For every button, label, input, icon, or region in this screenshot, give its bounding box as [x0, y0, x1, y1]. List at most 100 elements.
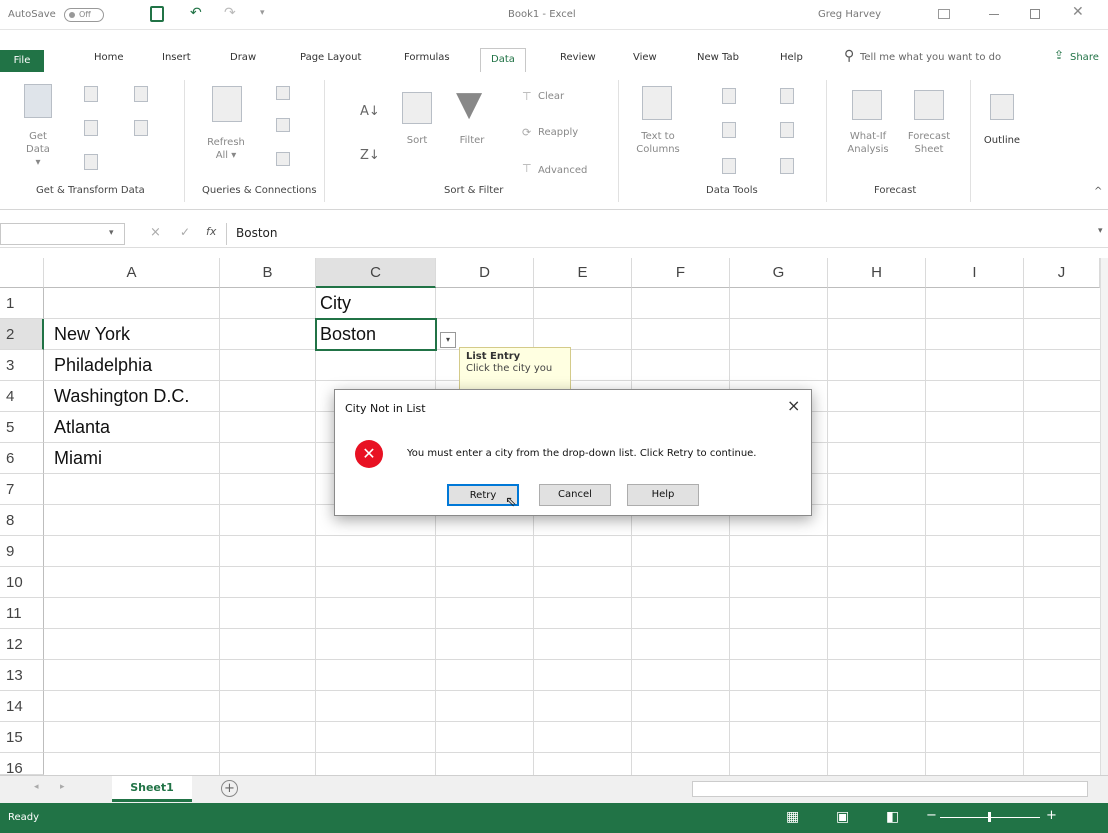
refresh-all-button[interactable]: Refresh All ▾ [204, 136, 248, 162]
insert-function-icon[interactable]: fx [206, 225, 216, 238]
tab-new-tab[interactable]: New Tab [697, 52, 739, 63]
row-header-14[interactable]: 14 [0, 691, 44, 722]
validation-dropdown-icon[interactable]: ▾ [440, 332, 456, 348]
row-header-8[interactable]: 8 [0, 505, 44, 536]
row-header-4[interactable]: 4 [0, 381, 44, 412]
redo-icon[interactable]: ↷ [224, 5, 236, 21]
from-table-icon[interactable] [84, 154, 98, 170]
row-header-1[interactable]: 1 [0, 288, 44, 319]
undo-icon[interactable]: ↶ [190, 5, 202, 21]
share-button[interactable]: Share [1070, 52, 1099, 63]
maximize-icon[interactable] [1030, 9, 1040, 19]
from-text-icon[interactable] [84, 86, 98, 102]
forecast-sheet-button[interactable]: Forecast Sheet [906, 130, 952, 156]
row-header-6[interactable]: 6 [0, 443, 44, 474]
collapse-ribbon-icon[interactable]: ^ [1094, 186, 1102, 197]
cell-a2[interactable]: New York [54, 319, 130, 350]
zoom-slider-thumb[interactable] [988, 812, 991, 822]
sort-a-z-icon[interactable]: A↓ [360, 104, 380, 119]
column-header-h[interactable]: H [828, 258, 926, 288]
minimize-icon[interactable] [989, 14, 999, 15]
queries-connections-icon[interactable] [276, 86, 290, 100]
tab-page-layout[interactable]: Page Layout [300, 52, 361, 63]
clear-button[interactable]: Clear [538, 90, 564, 103]
tab-view[interactable]: View [633, 52, 657, 63]
page-break-view-icon[interactable]: ◧ [886, 809, 899, 825]
user-name[interactable]: Greg Harvey [818, 9, 881, 20]
consolidate-icon[interactable] [780, 88, 794, 104]
row-header-7[interactable]: 7 [0, 474, 44, 505]
add-sheet-icon[interactable]: + [221, 780, 238, 797]
expand-formula-bar-icon[interactable]: ▾ [1098, 226, 1103, 236]
cell-c1[interactable]: City [320, 288, 351, 319]
column-header-a[interactable]: A [44, 258, 220, 288]
recent-sources-icon[interactable] [134, 86, 148, 102]
autosave-toggle[interactable]: Off [64, 8, 104, 22]
existing-connections-icon[interactable] [134, 120, 148, 136]
tell-me-search[interactable]: Tell me what you want to do [860, 52, 1001, 63]
sort-z-a-icon[interactable]: Z↓ [360, 148, 380, 163]
row-header-10[interactable]: 10 [0, 567, 44, 598]
page-layout-view-icon[interactable]: ▣ [836, 809, 849, 825]
cancel-entry-icon[interactable]: × [150, 225, 161, 240]
cell-c2[interactable]: Boston [320, 319, 376, 350]
column-header-b[interactable]: B [220, 258, 316, 288]
tab-formulas[interactable]: Formulas [404, 52, 450, 63]
help-button[interactable]: Help [627, 484, 699, 506]
filter-button[interactable]: Filter [454, 134, 490, 147]
column-header-j[interactable]: J [1024, 258, 1100, 288]
scroll-sheets-left-icon[interactable]: ◂ [34, 782, 39, 792]
sort-button[interactable]: Sort [402, 134, 432, 147]
data-validation-icon[interactable] [722, 158, 736, 174]
row-header-9[interactable]: 9 [0, 536, 44, 567]
relationships-icon[interactable] [780, 122, 794, 138]
column-header-e[interactable]: E [534, 258, 632, 288]
column-header-f[interactable]: F [632, 258, 730, 288]
row-header-15[interactable]: 15 [0, 722, 44, 753]
scroll-sheets-right-icon[interactable]: ▸ [60, 782, 65, 792]
from-web-icon[interactable] [84, 120, 98, 136]
cancel-button[interactable]: Cancel [539, 484, 611, 506]
tab-file[interactable]: File [0, 50, 44, 72]
tab-help[interactable]: Help [780, 52, 803, 63]
cell-a4[interactable]: Washington D.C. [54, 381, 189, 412]
close-window-icon[interactable]: ✕ [1072, 4, 1084, 20]
dialog-close-icon[interactable]: × [787, 396, 800, 415]
name-box[interactable]: ▾ [0, 223, 125, 245]
cell-a5[interactable]: Atlanta [54, 412, 110, 443]
cell-a6[interactable]: Miami [54, 443, 102, 474]
ribbon-display-icon[interactable] [938, 9, 950, 19]
column-header-c[interactable]: C [316, 258, 436, 288]
tab-draw[interactable]: Draw [230, 52, 256, 63]
row-header-13[interactable]: 13 [0, 660, 44, 691]
flash-fill-icon[interactable] [722, 88, 736, 104]
select-all-corner[interactable] [0, 258, 44, 288]
normal-view-icon[interactable]: ▦ [786, 809, 799, 825]
properties-icon[interactable] [276, 118, 290, 132]
row-header-5[interactable]: 5 [0, 412, 44, 443]
zoom-out-icon[interactable]: − [926, 808, 937, 823]
tab-data[interactable]: Data [480, 48, 526, 72]
tab-home[interactable]: Home [94, 52, 124, 63]
row-header-3[interactable]: 3 [0, 350, 44, 381]
tab-review[interactable]: Review [560, 52, 596, 63]
get-data-button[interactable]: Get Data ▾ [22, 130, 54, 169]
row-header-2[interactable]: 2 [0, 319, 44, 350]
zoom-in-icon[interactable]: + [1046, 808, 1057, 823]
horizontal-scrollbar[interactable] [692, 781, 1088, 797]
formula-input[interactable]: Boston [236, 226, 277, 240]
column-header-g[interactable]: G [730, 258, 828, 288]
vertical-scrollbar[interactable] [1100, 258, 1108, 775]
sheet-tab-sheet1[interactable]: Sheet1 [112, 776, 192, 802]
manage-data-model-icon[interactable] [780, 158, 794, 174]
advanced-button[interactable]: Advanced [538, 164, 587, 177]
customize-qat-icon[interactable]: ▾ [260, 8, 265, 18]
row-header-16[interactable]: 16 [0, 753, 44, 777]
row-header-11[interactable]: 11 [0, 598, 44, 629]
remove-duplicates-icon[interactable] [722, 122, 736, 138]
cell-a3[interactable]: Philadelphia [54, 350, 152, 381]
confirm-entry-icon[interactable]: ✓ [180, 225, 190, 239]
what-if-analysis-button[interactable]: What-If Analysis [842, 130, 894, 156]
outline-button[interactable]: Outline [980, 134, 1024, 147]
text-to-columns-button[interactable]: Text to Columns [636, 130, 680, 156]
